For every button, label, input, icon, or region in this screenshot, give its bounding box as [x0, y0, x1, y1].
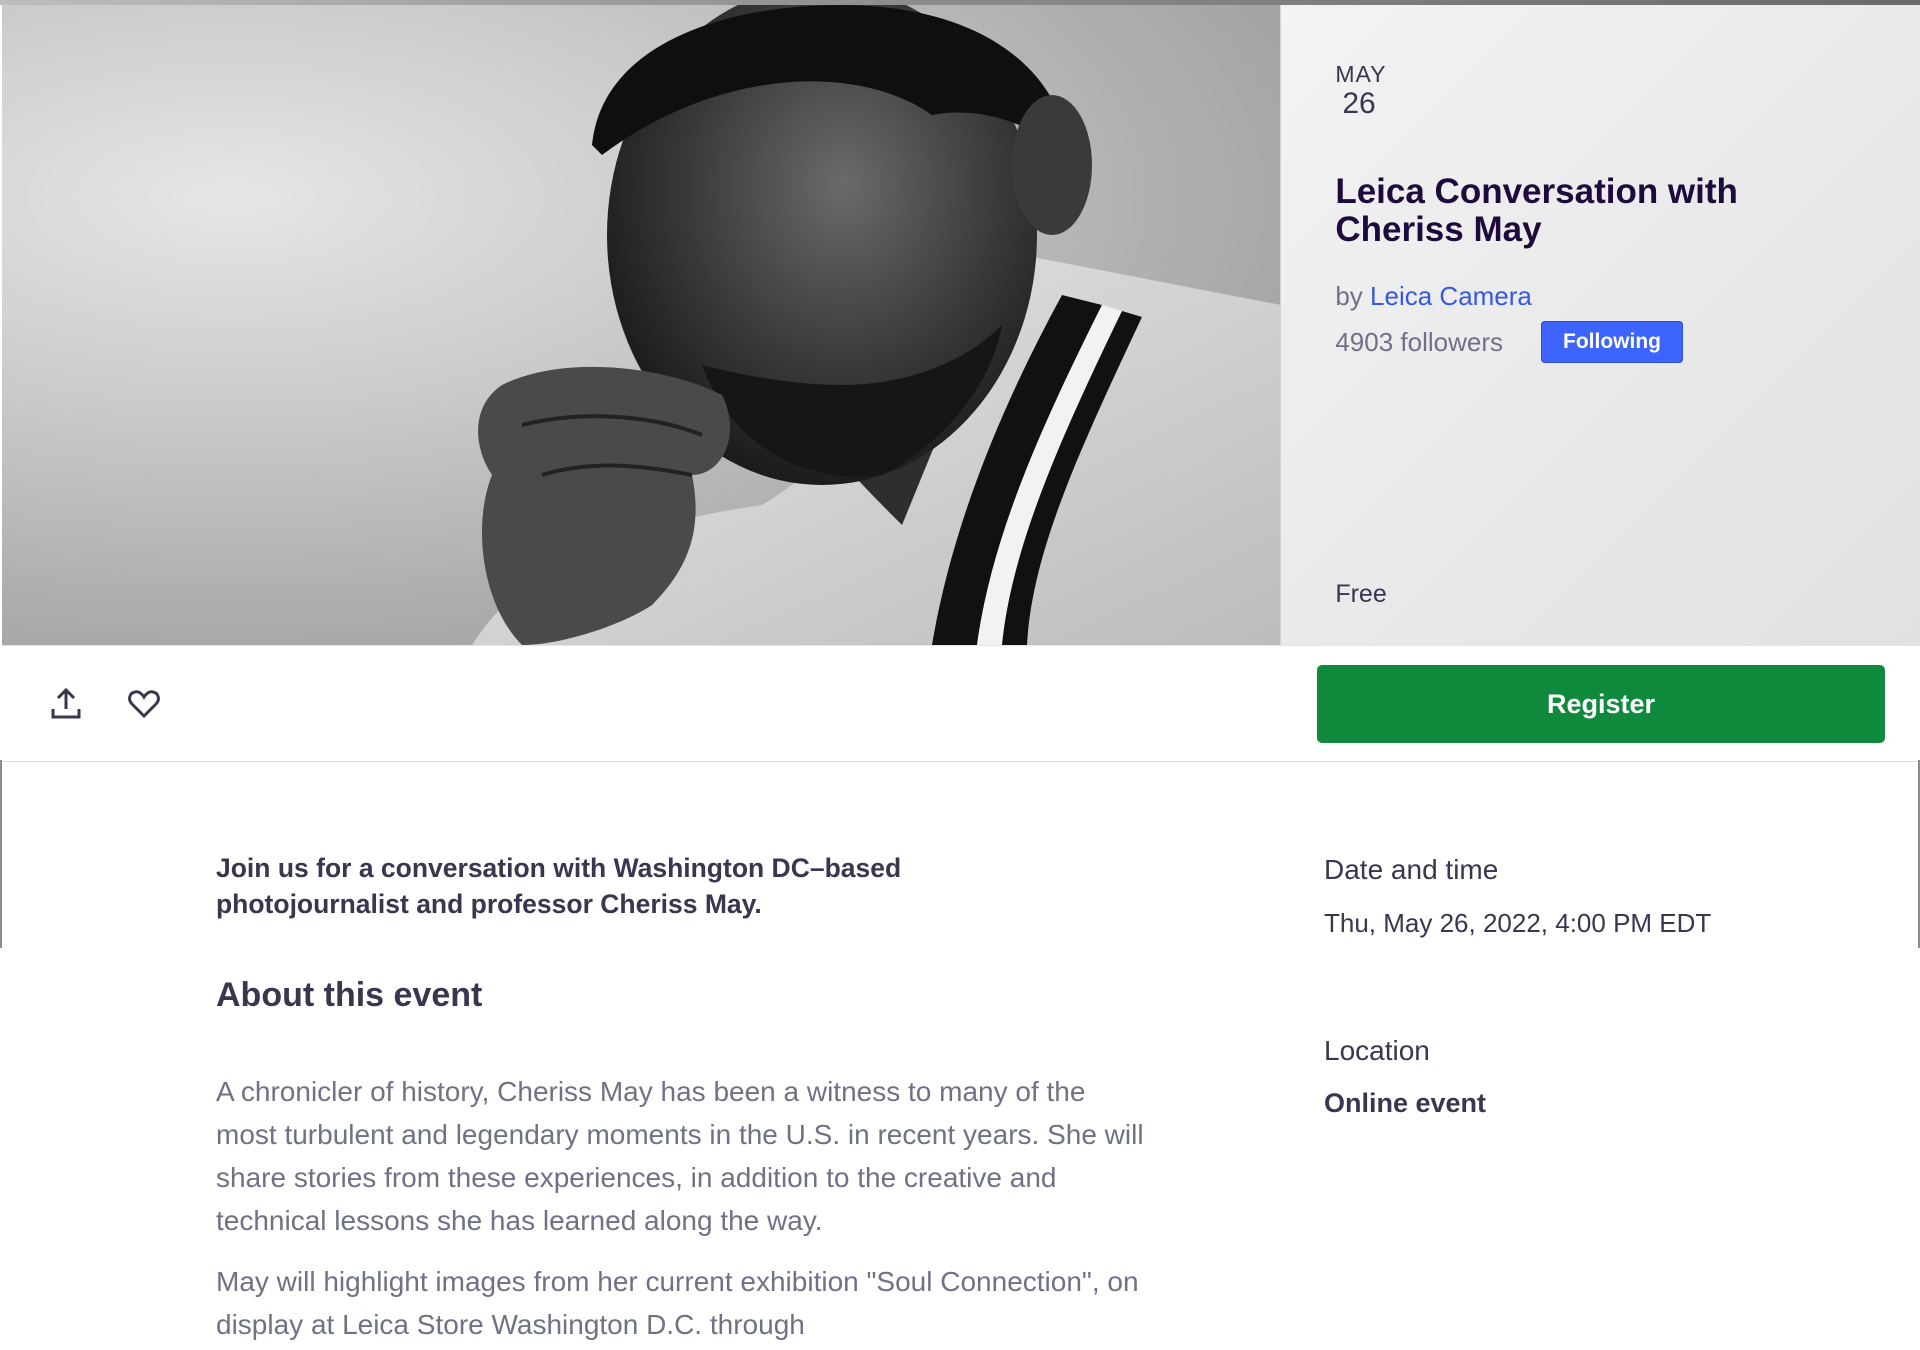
ticket-price: Free [1335, 580, 1387, 608]
organizer-link[interactable]: Leica Camera [1370, 281, 1532, 311]
about-paragraph: May will highlight images from her curre… [216, 1266, 1139, 1340]
share-button[interactable] [44, 682, 88, 726]
about-paragraph: A chronicler of history, Cheriss May has… [216, 1076, 1144, 1236]
location-label: Location [1324, 1035, 1430, 1066]
share-icon [51, 687, 81, 719]
about-heading: About this event [216, 976, 483, 1014]
event-actions-bar: Register [2, 645, 1920, 762]
event-title: Leica Conversation with Cheriss May [1335, 172, 1738, 249]
following-button[interactable]: Following [1541, 321, 1683, 363]
organizer-line: by Leica Camera [1335, 281, 1532, 312]
followers-count: 4903 followers [1335, 327, 1503, 357]
left-edge-divider [0, 760, 2, 948]
heart-icon [128, 690, 160, 719]
portrait-photo-illustration [472, 5, 1281, 645]
register-button[interactable]: Register [1317, 665, 1885, 743]
location-value: Online event [1324, 1088, 1487, 1118]
event-date-day: 26 [1342, 87, 1376, 120]
event-summary: Join us for a conversation with Washingt… [216, 853, 902, 919]
like-button[interactable] [122, 682, 166, 726]
date-time-value: Thu, May 26, 2022, 4:00 PM EDT [1324, 908, 1712, 938]
event-hero-image [2, 5, 1281, 645]
event-date-month: MAY [1335, 61, 1387, 87]
date-time-label: Date and time [1324, 854, 1499, 885]
organizer-prefix: by [1335, 281, 1363, 311]
